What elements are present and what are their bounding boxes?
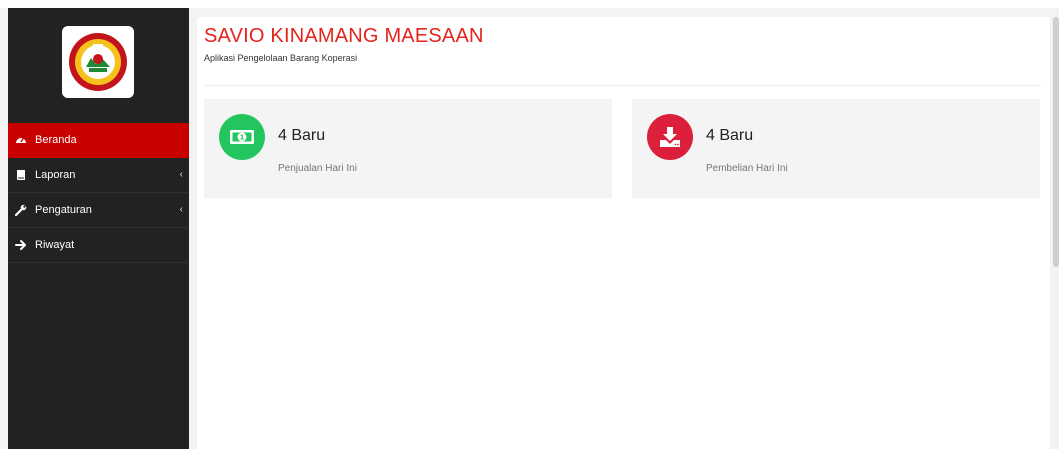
dashboard-icon — [15, 134, 27, 146]
download-icon — [647, 114, 693, 160]
purchases-today-card[interactable]: 4 Baru Pembelian Hari Ini — [632, 99, 1040, 198]
cooperative-seal-logo-icon — [69, 33, 127, 91]
sales-today-label: Penjualan Hari Ini — [278, 163, 357, 174]
purchases-today-label: Pembelian Hari Ini — [706, 163, 788, 174]
sidebar-menu: Beranda Laporan ‹ Pengaturan ‹ Riwayat — [8, 123, 189, 263]
money-icon: 1 — [219, 114, 265, 160]
wrench-icon — [15, 204, 27, 216]
book-icon — [15, 169, 27, 181]
purchases-today-value: 4 Baru — [706, 127, 754, 144]
page-subtitle: Aplikasi Pengelolaan Barang Koperasi — [204, 53, 358, 63]
scrollbar[interactable] — [1053, 17, 1059, 267]
top-border — [0, 0, 1059, 8]
svg-text:1: 1 — [240, 134, 245, 142]
sidebar: Beranda Laporan ‹ Pengaturan ‹ Riwayat — [8, 8, 189, 449]
sales-today-card[interactable]: 1 4 Baru Penjualan Hari Ini — [204, 99, 612, 198]
sidebar-item-label: Laporan — [35, 169, 76, 181]
sidebar-item-pengaturan[interactable]: Pengaturan ‹ — [8, 193, 189, 228]
chevron-left-icon: ‹ — [179, 169, 183, 180]
sidebar-item-label: Riwayat — [35, 239, 75, 251]
sidebar-item-beranda[interactable]: Beranda — [8, 123, 189, 158]
main-content: SAVIO KINAMANG MAESAAN Aplikasi Pengelol… — [197, 17, 1050, 449]
sidebar-item-label: Beranda — [35, 134, 77, 146]
sidebar-item-riwayat[interactable]: Riwayat — [8, 228, 189, 263]
logo[interactable] — [62, 26, 134, 98]
arrow-right-icon — [15, 239, 27, 251]
sidebar-item-laporan[interactable]: Laporan ‹ — [8, 158, 189, 193]
sales-today-value: 4 Baru — [278, 127, 326, 144]
divider — [204, 85, 1042, 86]
sidebar-item-label: Pengaturan — [35, 204, 92, 216]
chevron-left-icon: ‹ — [179, 204, 183, 215]
page-title: SAVIO KINAMANG MAESAAN — [204, 25, 484, 47]
